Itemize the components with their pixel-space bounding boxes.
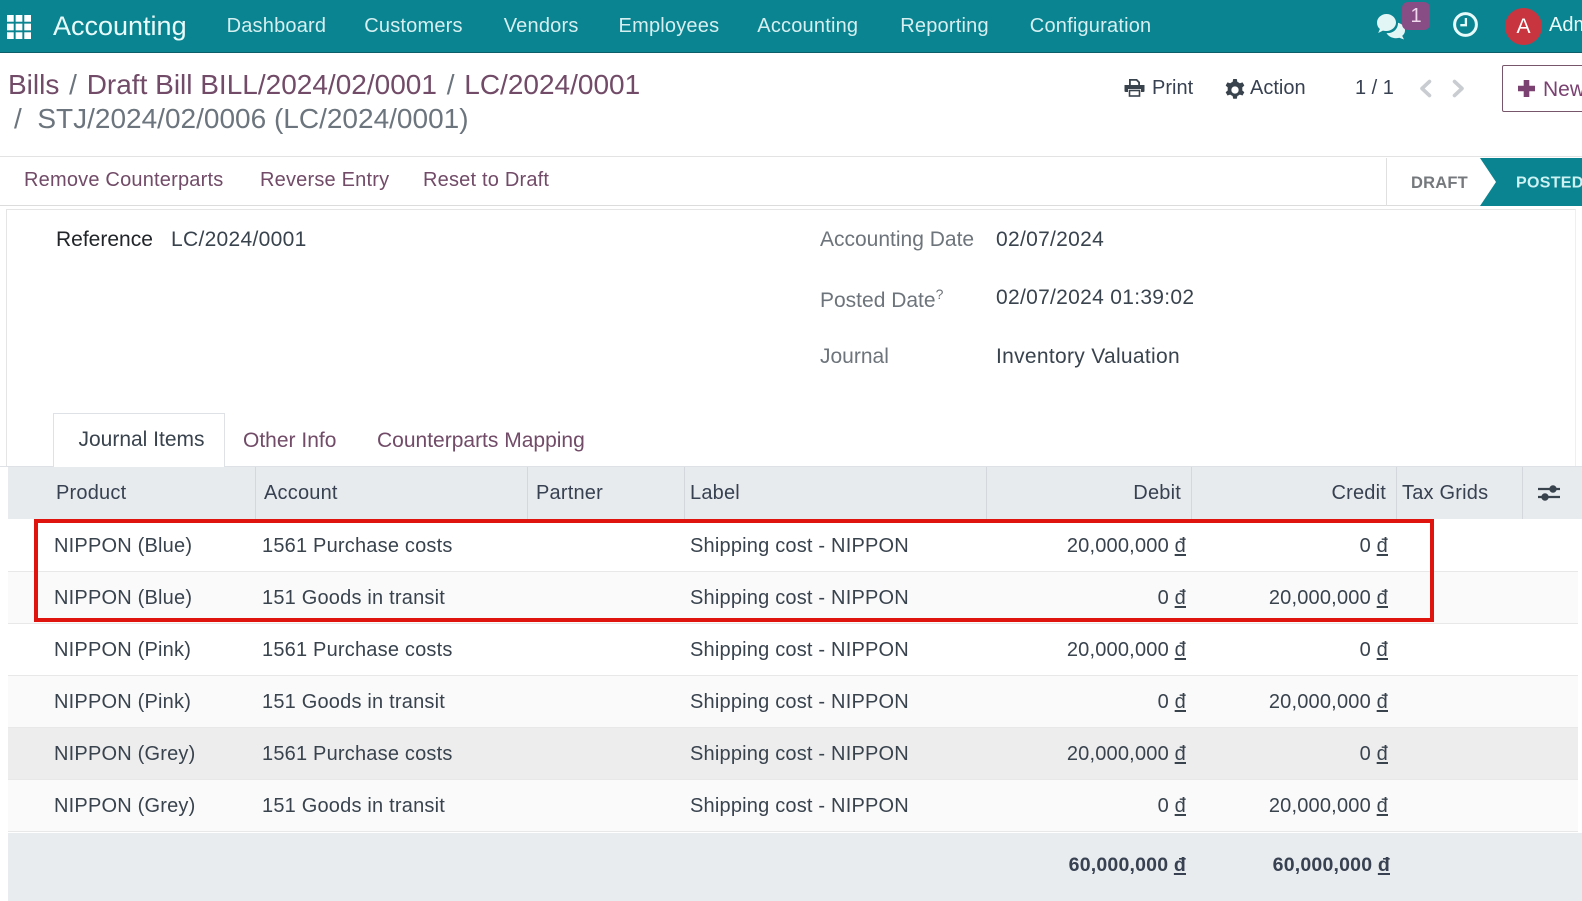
svg-text:POSTED: POSTED (1516, 175, 1582, 192)
